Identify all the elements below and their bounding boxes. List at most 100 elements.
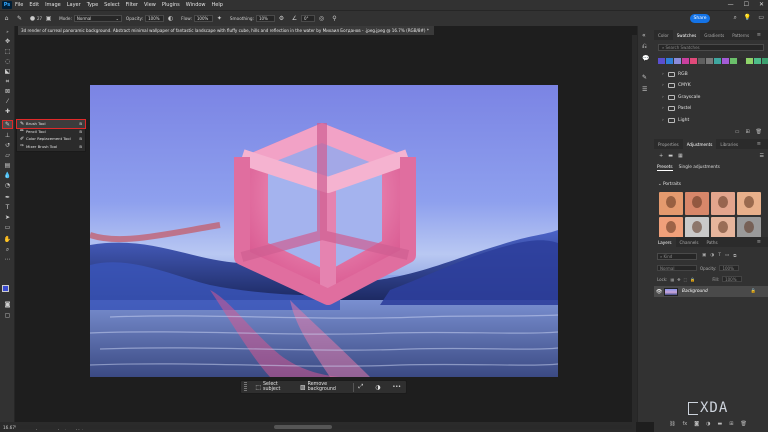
swatch-0[interactable] — [658, 58, 665, 64]
layer-name[interactable]: Background — [682, 289, 708, 294]
delete-icon[interactable]: 🗑 — [756, 129, 762, 135]
horizontal-scrollbar[interactable] — [16, 425, 632, 429]
gear-icon[interactable]: ⚙ — [278, 15, 285, 22]
mode-select[interactable]: Normal ⌄ — [73, 15, 122, 22]
path-selection-icon[interactable]: ➤ — [3, 214, 12, 221]
menu-image[interactable]: Image — [45, 2, 61, 8]
swatch-4[interactable] — [690, 58, 697, 64]
angle-icon[interactable]: ∠ — [291, 15, 298, 22]
share-button[interactable]: Share — [690, 14, 710, 23]
swatch-folder-grayscale[interactable]: › Grayscale — [662, 92, 700, 103]
hand-tool-icon[interactable]: ✋ — [3, 236, 12, 243]
new-swatch-icon[interactable]: ⊞ — [745, 129, 749, 135]
fill-field[interactable]: 100% — [722, 276, 743, 282]
swatches-search-input[interactable]: ⌕ Search Swatches — [658, 44, 764, 51]
move-tool-icon[interactable]: ✥ — [3, 38, 12, 45]
swatch-9[interactable] — [730, 58, 737, 64]
portrait-preset-1[interactable] — [685, 192, 709, 215]
home-icon[interactable]: ⌂ — [3, 15, 10, 22]
angle-field[interactable]: 0° — [300, 15, 315, 22]
layer-row-background[interactable]: 👁 Background 🔒 — [654, 286, 768, 297]
more-options-button[interactable]: ••• — [388, 381, 407, 393]
pixel-filter-icon[interactable]: ▣ — [702, 253, 706, 259]
link-layers-icon[interactable]: ⛓ — [669, 421, 675, 427]
brush-tool-icon[interactable]: ✎ — [2, 120, 13, 129]
eyedropper-icon[interactable]: ⁄ — [3, 98, 12, 105]
type-filter-icon[interactable]: T — [718, 253, 721, 259]
flyout-pencil-tool[interactable]: ✏ Pencil Tool B — [17, 128, 85, 136]
swatch-folder-pastel[interactable]: › Pastel — [662, 103, 691, 114]
swatch-3[interactable] — [682, 58, 689, 64]
quick-mask-icon[interactable]: ◙ — [3, 301, 12, 308]
layer-style-icon[interactable]: fx — [683, 421, 688, 427]
swatch-5[interactable] — [698, 58, 705, 64]
brush-size-value[interactable]: 27 — [37, 16, 42, 21]
panel-menu-icon[interactable]: ≡ — [753, 139, 765, 149]
frame-tool-icon[interactable]: ⊠ — [3, 88, 12, 95]
history-brush-icon[interactable]: ↺ — [3, 142, 12, 149]
lock-position-icon[interactable]: ✥ — [677, 277, 680, 282]
menu-filter[interactable]: Filter — [126, 2, 138, 8]
brushes-panel-icon[interactable]: ✎ — [642, 74, 647, 81]
pen-tool-icon[interactable]: ✒ — [3, 194, 12, 201]
lock-icon[interactable]: 🔒 — [751, 289, 756, 294]
foreground-color-swatch[interactable] — [2, 285, 9, 292]
lasso-tool-icon[interactable]: ◌ — [3, 58, 12, 65]
add-icon[interactable]: + — [659, 153, 663, 159]
menu-plugins[interactable]: Plugins — [162, 2, 180, 8]
lock-all-icon[interactable]: 🔒 — [690, 277, 695, 282]
grid-icon[interactable]: ▦ — [678, 153, 683, 159]
lock-pixels-icon[interactable]: ▦ — [670, 277, 674, 282]
swatch-12[interactable] — [754, 58, 761, 64]
smoothing-field[interactable]: 10% — [255, 15, 275, 22]
swatch-folder-light[interactable]: › Light — [662, 115, 689, 126]
smart-object-filter-icon[interactable]: ⧉ — [733, 253, 736, 259]
rectangle-tool-icon[interactable]: ▭ — [3, 224, 12, 231]
flyout-mixer-brush-tool[interactable]: ✑ Mixer Brush Tool B — [17, 143, 85, 151]
tab-paths[interactable]: Paths — [703, 237, 722, 247]
menu-layer[interactable]: Layer — [67, 2, 81, 8]
delete-layer-icon[interactable]: 🗑 — [740, 421, 746, 427]
document-tab[interactable]: 3d render of surreal panoramic backgroun… — [18, 26, 434, 35]
airbrush-icon[interactable]: ✦ — [216, 15, 223, 22]
menu-help[interactable]: Help — [212, 2, 223, 8]
flyout-color-replacement-tool[interactable]: ✐ Color Replacement Tool B — [17, 135, 85, 143]
panel-menu-icon[interactable]: ≡ — [753, 237, 765, 247]
marquee-tool-icon[interactable]: ⬚ — [3, 48, 12, 55]
blend-mode-select[interactable]: Normal — [657, 265, 697, 271]
maximize-button[interactable]: ☐ — [744, 1, 749, 8]
swatch-11[interactable] — [746, 58, 753, 64]
adjustment-icon[interactable]: ◑ — [370, 381, 387, 393]
tab-channels[interactable]: Channels — [676, 237, 703, 247]
zoom-tool-icon[interactable]: ⌕ — [3, 246, 12, 253]
transform-icon[interactable]: ⤢ — [353, 381, 370, 393]
learn-icon[interactable]: 💡 — [744, 14, 751, 22]
tab-presets[interactable]: Presets — [657, 165, 673, 171]
workspace-icon[interactable]: ▭ — [758, 14, 764, 22]
history-icon[interactable]: ⎌ — [642, 43, 647, 51]
document-canvas[interactable] — [90, 85, 558, 377]
search-icon[interactable]: ⌕ — [733, 14, 736, 22]
eraser-tool-icon[interactable]: ▱ — [3, 152, 12, 159]
pressure-opacity-icon[interactable]: ◐ — [167, 15, 174, 22]
menu-type[interactable]: Type — [87, 2, 98, 8]
healing-brush-icon[interactable]: ✚ — [3, 108, 12, 115]
tab-color[interactable]: Color — [654, 30, 673, 40]
blur-tool-icon[interactable]: 💧 — [3, 172, 12, 179]
pressure-size-icon[interactable]: ◎ — [318, 15, 325, 22]
type-tool-icon[interactable]: T — [3, 204, 12, 211]
lock-artboard-icon[interactable]: ⬚ — [684, 277, 688, 282]
adjustment-filter-icon[interactable]: ◑ — [710, 253, 714, 259]
brush-settings-icon[interactable]: ▣ — [45, 15, 52, 22]
scroll-thumb[interactable] — [274, 425, 332, 429]
brush-preset-icon[interactable]: ● — [29, 15, 36, 22]
gradient-tool-icon[interactable]: ▤ — [3, 162, 12, 169]
remove-background-button[interactable]: ▨ Remove background — [295, 381, 353, 393]
brush-tool-icon[interactable]: ✎ — [16, 15, 23, 22]
view-options-icon[interactable]: ☰ — [760, 153, 764, 159]
flow-field[interactable]: 100% — [193, 15, 213, 22]
tab-swatches[interactable]: Swatches — [672, 30, 701, 40]
select-subject-button[interactable]: ⬚ Select subject — [250, 381, 295, 393]
properties-icon[interactable]: ☰ — [642, 86, 647, 93]
layer-filter-select[interactable]: ⌕ Kind — [657, 253, 697, 260]
